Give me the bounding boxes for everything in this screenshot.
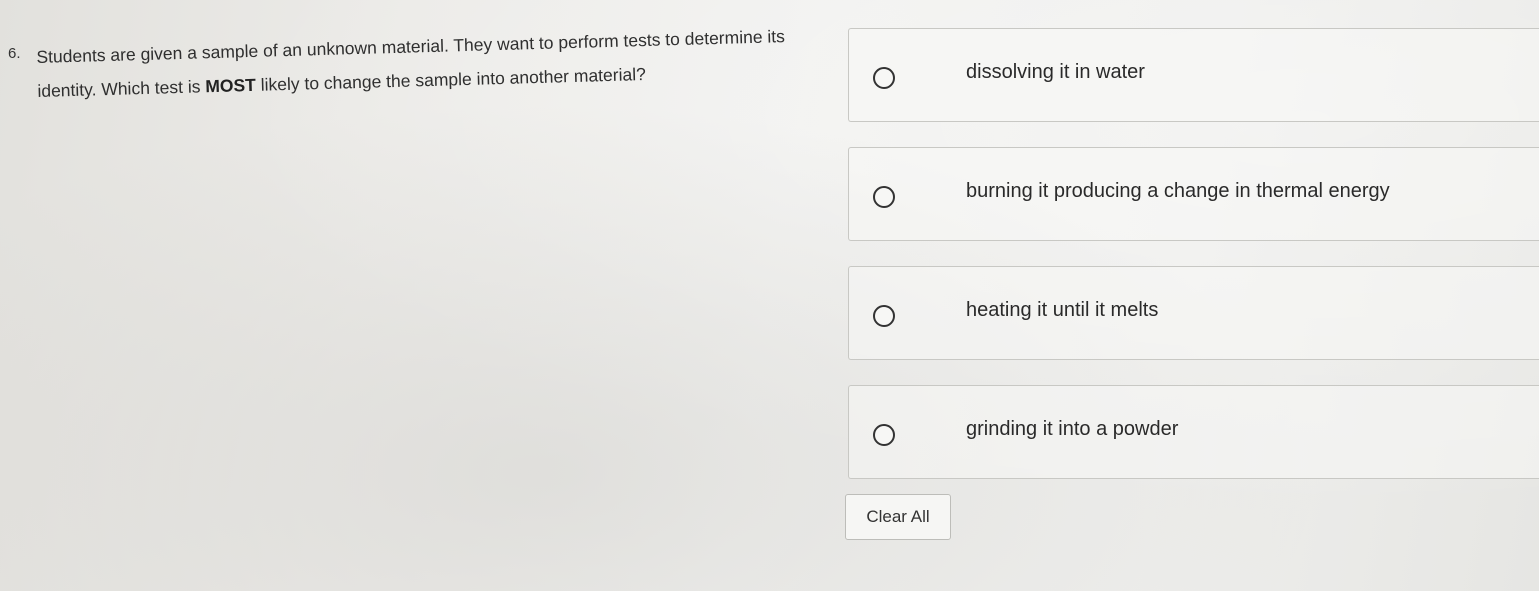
answer-option-label: heating it until it melts (966, 299, 1159, 321)
question-text-end: likely to change the sample into another… (255, 63, 647, 95)
answer-option-2[interactable]: burning it producing a change in thermal… (848, 147, 1539, 241)
clear-all-button[interactable]: Clear All (845, 494, 951, 540)
answer-option-label: dissolving it in water (966, 61, 1145, 83)
answer-option-label: grinding it into a powder (966, 418, 1179, 440)
radio-button-icon[interactable] (873, 186, 895, 208)
question-emphasis: MOST (205, 74, 257, 97)
answer-options: dissolving it in water burning it produc… (848, 28, 1539, 504)
answer-option-1[interactable]: dissolving it in water (848, 28, 1539, 122)
radio-button-icon[interactable] (873, 305, 895, 327)
radio-button-icon[interactable] (873, 67, 895, 89)
answer-option-4[interactable]: grinding it into a powder (848, 385, 1539, 479)
answer-option-3[interactable]: heating it until it melts (848, 266, 1539, 360)
question-number: 6. (8, 45, 21, 62)
question-prompt: Students are given a sample of an unknow… (36, 19, 798, 108)
radio-button-icon[interactable] (873, 424, 895, 446)
answer-option-label: burning it producing a change in thermal… (966, 180, 1390, 202)
